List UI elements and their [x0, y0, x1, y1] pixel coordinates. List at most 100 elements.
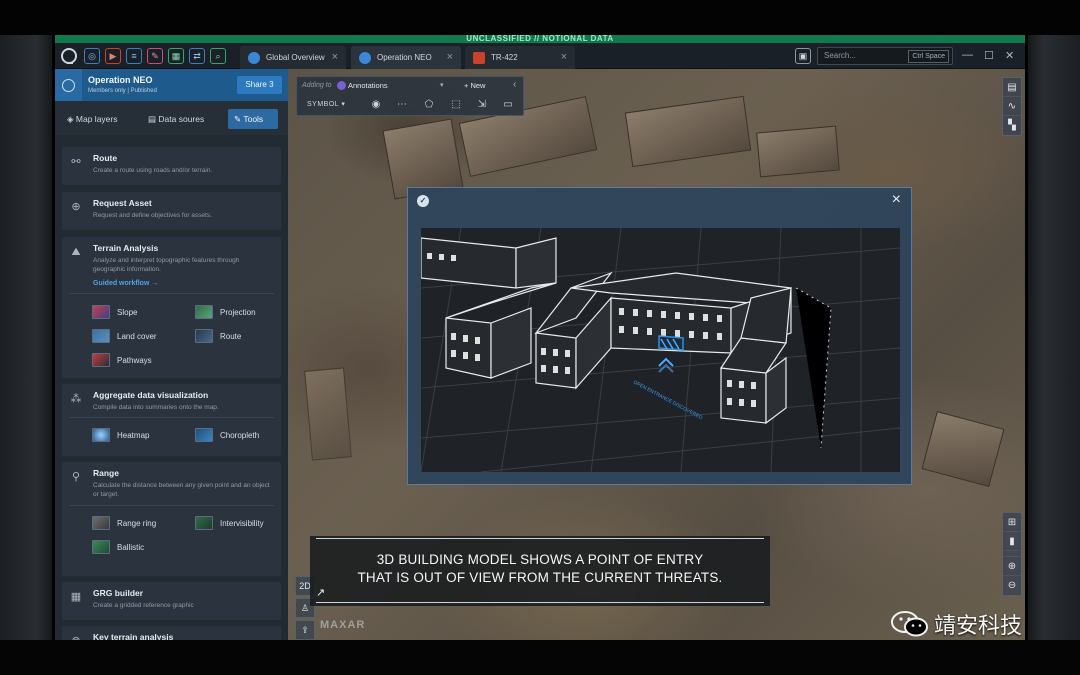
- share-count: 3: [269, 80, 274, 89]
- app-logo-icon[interactable]: [61, 48, 77, 64]
- chevron-down-icon[interactable]: ▾: [440, 81, 444, 89]
- zoom-out-icon[interactable]: ⊖: [1003, 576, 1021, 595]
- video-app-icon[interactable]: ▶: [105, 48, 121, 64]
- card-title: Range: [93, 468, 119, 478]
- bookmark-icon[interactable]: ▮: [1003, 532, 1021, 551]
- monitor-bezel-bottom: [0, 640, 1080, 675]
- distance-icon: ⚲: [71, 471, 81, 483]
- polygon-tool-icon[interactable]: ⬠: [423, 99, 435, 111]
- grid-icon: ▦: [70, 591, 82, 603]
- 3d-model-viewport[interactable]: OPEN ENTRANCE DISCOVERED: [421, 228, 900, 472]
- annotation-layer-select[interactable]: Annotations: [348, 81, 388, 90]
- share-button[interactable]: Share 3: [237, 76, 282, 94]
- import-tool-icon[interactable]: ⇲: [476, 99, 488, 111]
- project-header: Operation NEO Members only | Published S…: [55, 69, 288, 101]
- table-app-icon[interactable]: ▦: [168, 48, 184, 64]
- pen-app-icon[interactable]: ✎: [147, 48, 163, 64]
- tool-projection[interactable]: Projection: [195, 305, 256, 319]
- intervisibility-thumbnail: [195, 516, 213, 530]
- symbol-dropdown[interactable]: SYMBOL ▾: [307, 100, 345, 108]
- tab-operation-neo[interactable]: Operation NEO ×: [351, 46, 461, 69]
- tool-label: Pathways: [117, 355, 152, 365]
- search-input[interactable]: Search... Ctrl Space: [817, 47, 953, 65]
- point-tool-icon[interactable]: ◉: [370, 99, 382, 111]
- label-tool-icon[interactable]: ▭: [502, 99, 514, 111]
- plus-circle-icon: ⊕: [71, 201, 81, 213]
- close-icon[interactable]: ×: [447, 51, 453, 63]
- line-tool-icon[interactable]: ⋯: [396, 99, 408, 111]
- project-subtitle: Members only | Published: [88, 88, 157, 94]
- card-title: Aggregate data visualization: [93, 390, 209, 400]
- tool-card-request-asset[interactable]: ⊕ Request Asset Request and define objec…: [62, 192, 281, 230]
- layers-icon: ◈: [67, 114, 76, 124]
- activity-icon[interactable]: ∿: [1003, 97, 1021, 116]
- route-icon: ⚯: [71, 156, 81, 168]
- video-icon: [473, 51, 485, 64]
- tab-tools[interactable]: ✎ Tools: [228, 109, 278, 129]
- tool-card-aggregate: ⁂ Aggregate data visualization Compile d…: [62, 384, 281, 456]
- tab-label: Map layers: [75, 114, 118, 124]
- tab-data-sources[interactable]: ▤ Data soures: [142, 109, 210, 129]
- building-model-dialog: ✓ × OPEN ENTRANCE DISCOVERED: [407, 187, 912, 485]
- tool-card-grg-builder[interactable]: ▦ GRG builder Create a gridded reference…: [62, 582, 281, 620]
- rectangle-tool-icon[interactable]: ⬚: [450, 99, 462, 111]
- land-cover-thumbnail: [92, 329, 110, 343]
- tool-card-terrain-analysis: ⛰ Terrain Analysis Analyze and interpret…: [62, 237, 281, 378]
- tab-global-overview[interactable]: Global Overview ×: [240, 46, 346, 69]
- map-building: [624, 95, 752, 168]
- layers-toggle-icon[interactable]: ▤: [1003, 78, 1021, 97]
- graph-app-icon[interactable]: ⇄: [189, 48, 205, 64]
- tool-ballistic[interactable]: Ballistic: [92, 540, 144, 554]
- tab-map-layers[interactable]: ◈ Map layers: [61, 109, 123, 129]
- caption-text: 3D BUILDING MODEL SHOWS A POINT OF ENTRY…: [310, 551, 770, 587]
- close-icon[interactable]: ×: [561, 51, 567, 63]
- divider: [69, 505, 274, 506]
- comments-icon[interactable]: ▚: [1003, 116, 1021, 135]
- tab-label: Global Overview: [266, 53, 325, 62]
- chevron-left-icon[interactable]: ‹: [513, 79, 516, 90]
- tool-label: Route: [220, 331, 242, 341]
- tab-tr-422[interactable]: TR-422 ×: [465, 46, 575, 69]
- tool-land-cover[interactable]: Land cover: [92, 329, 157, 343]
- tool-route-terrain[interactable]: Route: [195, 329, 241, 343]
- tool-range-ring[interactable]: Range ring: [92, 516, 156, 530]
- tool-card-range: ⚲ Range Calculate the distance between a…: [62, 462, 281, 576]
- project-title: Operation NEO: [88, 75, 153, 85]
- tool-card-key-terrain[interactable]: ⊗ Key terrain analysis: [62, 626, 281, 640]
- tool-slope[interactable]: Slope: [92, 305, 137, 319]
- measure-icon[interactable]: ⊞: [1003, 513, 1021, 532]
- tool-heatmap[interactable]: Heatmap: [92, 428, 149, 442]
- close-icon[interactable]: ×: [892, 191, 901, 209]
- tool-pathways[interactable]: Pathways: [92, 353, 152, 367]
- map-building: [921, 410, 1005, 488]
- new-annotation-button[interactable]: + New: [464, 81, 485, 90]
- pathways-thumbnail: [92, 353, 110, 367]
- annotation-toolbar: Adding to Annotations ▾ + New ‹ SYMBOL ▾…: [296, 76, 524, 116]
- window-close-icon[interactable]: ✕: [1005, 49, 1014, 62]
- wrench-icon: ✎: [234, 114, 244, 124]
- card-title: Route: [93, 153, 118, 163]
- check-circle-icon: ✓: [417, 195, 429, 207]
- expand-arrow-icon: ↗: [316, 587, 326, 599]
- minimize-icon[interactable]: —: [962, 49, 973, 61]
- tool-choropleth[interactable]: Choropleth: [195, 428, 259, 442]
- maximize-icon[interactable]: ☐: [984, 49, 994, 62]
- tool-card-route[interactable]: ⚯ Route Create a route using roads and/o…: [62, 147, 281, 185]
- route-thumbnail: [195, 329, 213, 343]
- globe-app-icon[interactable]: ◎: [84, 48, 100, 64]
- symbol-label: SYMBOL: [307, 101, 339, 108]
- notifications-icon[interactable]: ▣: [795, 48, 811, 64]
- list-app-icon[interactable]: ≡: [126, 48, 142, 64]
- tab-label: Data soures: [158, 114, 205, 124]
- zoom-in-icon[interactable]: ⊕: [1003, 557, 1021, 576]
- ballistic-thumbnail: [92, 540, 110, 554]
- tool-intervisibility[interactable]: Intervisibility: [195, 516, 264, 530]
- close-icon[interactable]: ×: [332, 51, 338, 63]
- search-doc-app-icon[interactable]: ⌕: [210, 48, 226, 64]
- guided-workflow-link[interactable]: Guided workflow →: [93, 280, 158, 287]
- entry-label: OPEN ENTRANCE DISCOVERED: [632, 379, 704, 421]
- search-placeholder: Search...: [824, 51, 857, 60]
- adding-to-label: Adding to: [302, 82, 332, 89]
- upload-icon[interactable]: ⇪: [295, 620, 315, 640]
- card-description: Create a gridded reference graphic: [93, 602, 194, 609]
